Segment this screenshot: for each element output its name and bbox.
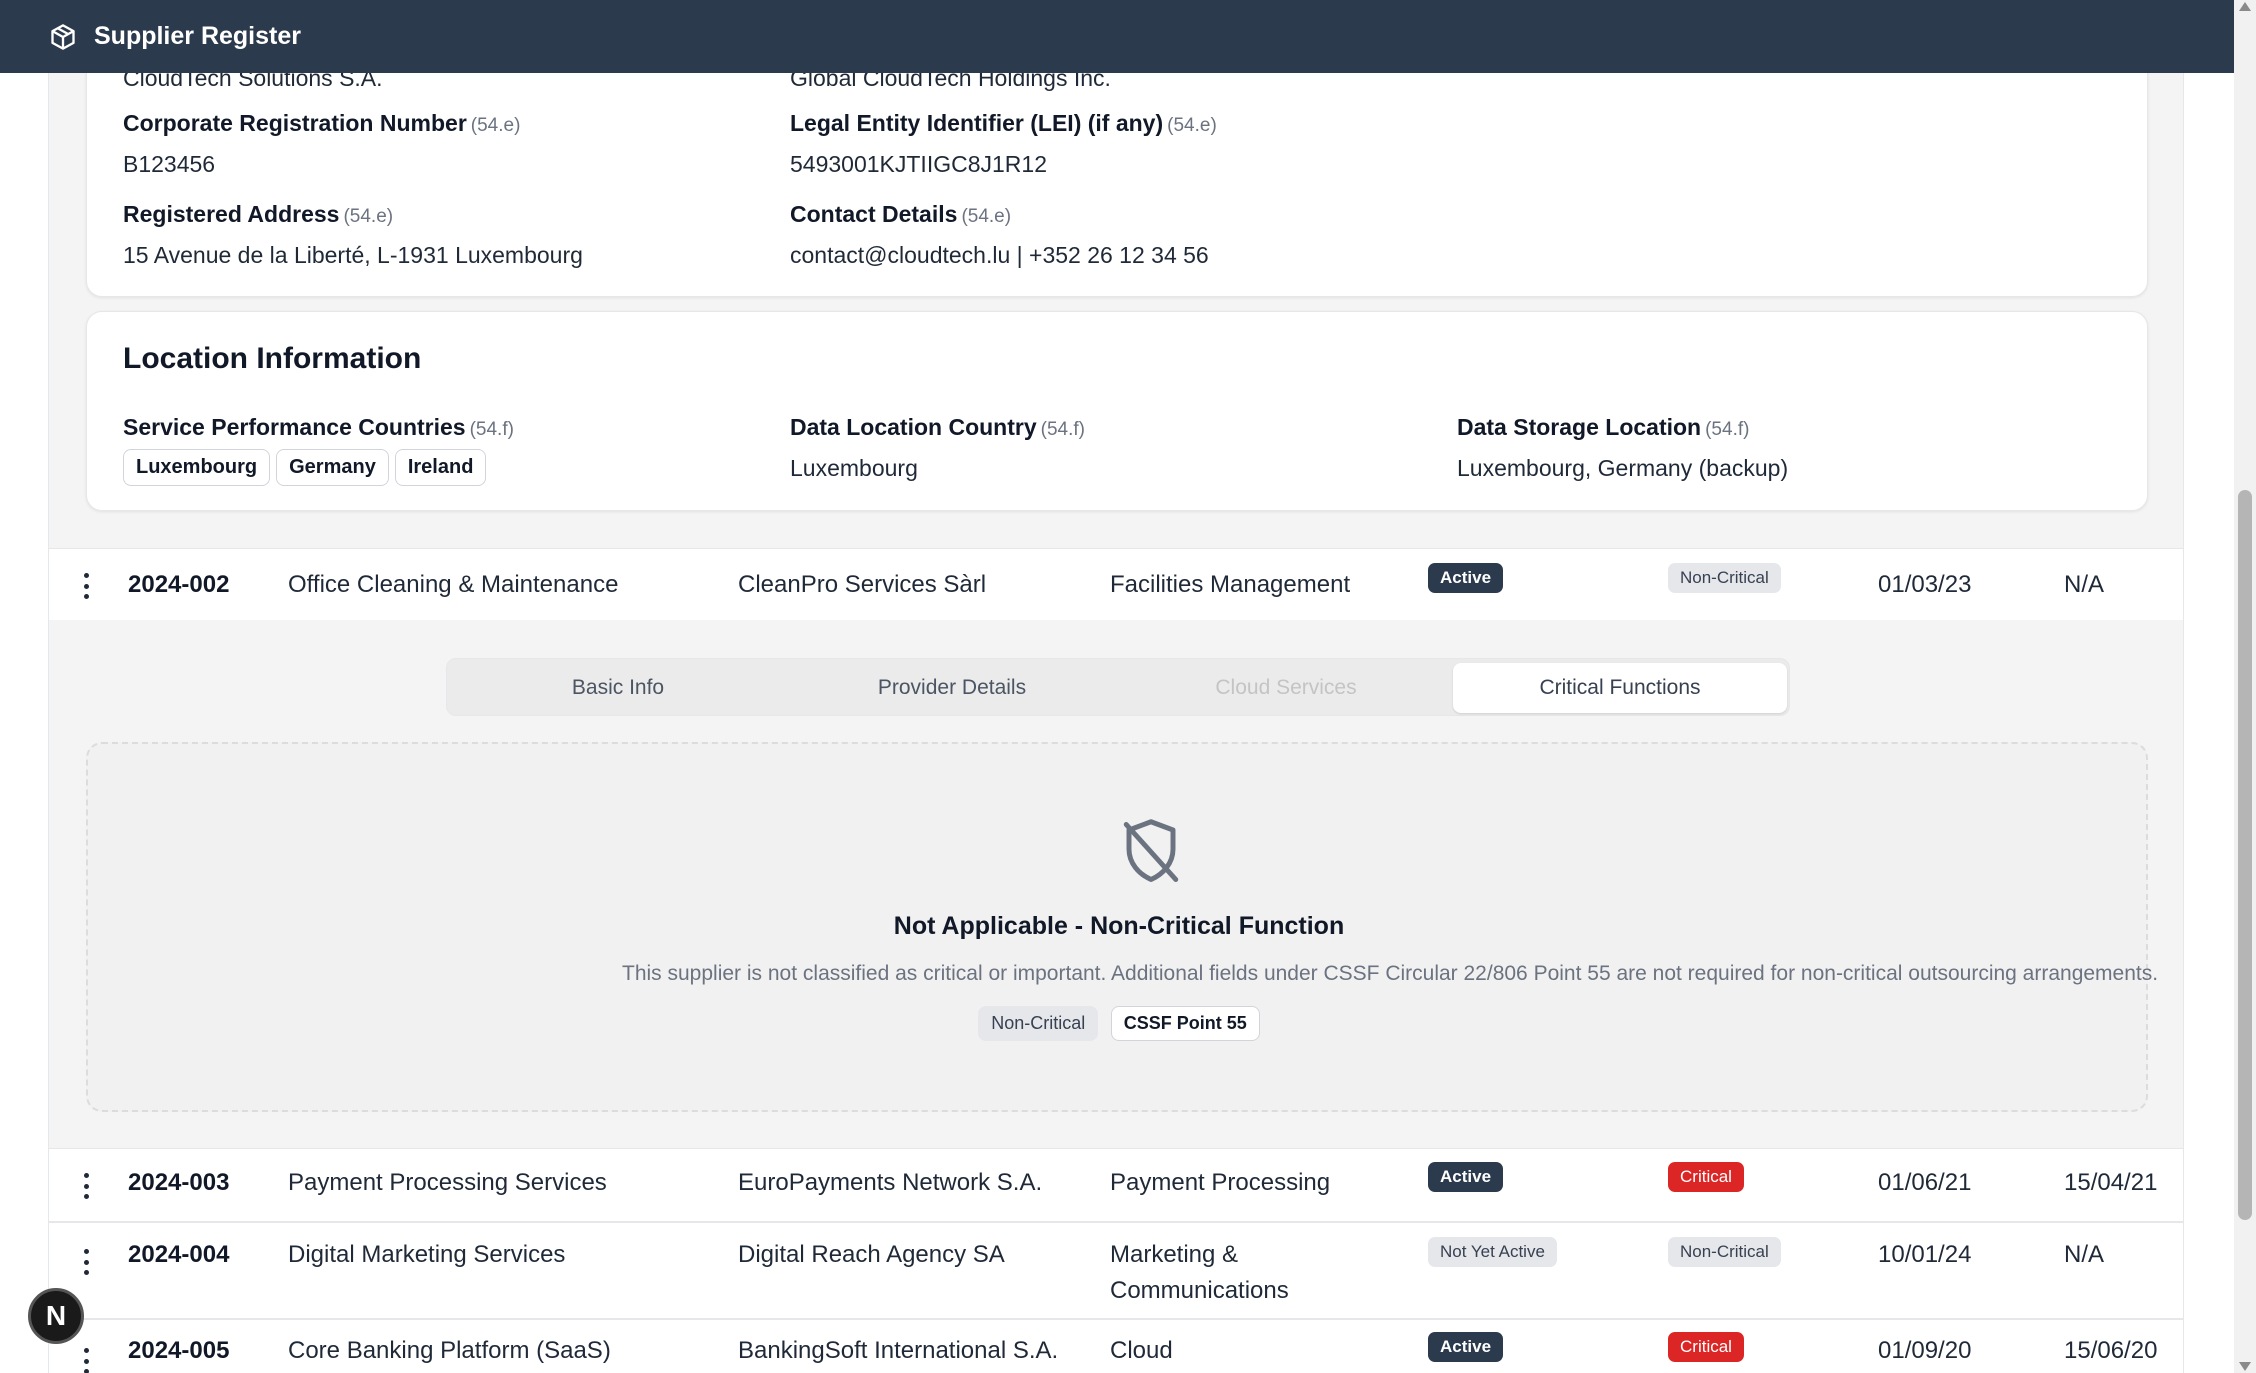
row-service: Office Cleaning & Maintenance xyxy=(288,571,619,598)
row-provider: CleanPro Services Sàrl xyxy=(738,571,987,598)
data-storage-field: Data Storage Location (54.f) Luxembourg, … xyxy=(1457,414,1788,482)
row-menu-icon[interactable] xyxy=(83,1173,89,1199)
corp-reg-label: Corporate Registration Number (54.e) xyxy=(123,110,521,136)
corp-reg-value: B123456 xyxy=(123,151,216,177)
scroll-up-icon[interactable] xyxy=(2239,2,2251,11)
row-category: Communications xyxy=(1110,1277,1289,1304)
row-id: 2024-005 xyxy=(128,1337,230,1364)
regulation-ref: (54.e) xyxy=(343,206,394,227)
service-countries-field: Service Performance Countries (54.f) Luxe… xyxy=(123,414,514,486)
row-id: 2024-004 xyxy=(128,1241,230,1268)
not-applicable-title: Not Applicable - Non-Critical Function xyxy=(893,912,1345,940)
contact-field: Contact Details (54.e) contact@cloudtech.… xyxy=(790,201,1209,269)
app-header: Supplier Register xyxy=(0,0,2234,73)
not-applicable-tags: Non-Critical CSSF Point 55 xyxy=(88,1006,2150,1041)
row-menu-icon[interactable] xyxy=(83,573,89,599)
row-id: 2024-002 xyxy=(128,571,230,598)
service-countries-label: Service Performance Countries (54.f) xyxy=(123,414,514,440)
row-start-date: 10/01/24 xyxy=(1878,1241,1972,1268)
country-chip: Ireland xyxy=(394,449,487,486)
row-assessment-date: 15/06/20 xyxy=(2064,1337,2158,1364)
non-critical-tag: Non-Critical xyxy=(978,1006,1099,1041)
row-service: Payment Processing Services xyxy=(288,1169,607,1196)
country-chips: Luxembourg Germany Ireland xyxy=(123,449,514,486)
status-badge: Active xyxy=(1428,1332,1504,1362)
corp-reg-field: Corporate Registration Number (54.e) B123… xyxy=(123,110,520,178)
table-row[interactable]: 2024-004 Digital Marketing Services Digi… xyxy=(49,1222,2183,1319)
regulation-ref: (54.f) xyxy=(1705,419,1750,440)
criticality-badge: Critical xyxy=(1668,1162,1744,1192)
country-chip: Germany xyxy=(276,449,389,486)
data-location-field: Data Location Country (54.f) Luxembourg xyxy=(790,414,1085,482)
not-applicable-panel: Not Applicable - Non-Critical Function T… xyxy=(86,742,2159,1112)
table-row[interactable]: 2024-002 Office Cleaning & Maintenance C… xyxy=(49,548,2183,621)
regulation-ref: (54.e) xyxy=(470,115,521,136)
lei-value: 5493001KJTIIGC8J1R12 xyxy=(790,151,1047,177)
lei-label: Legal Entity Identifier (LEI) (if any) (5… xyxy=(790,110,1217,136)
shield-off-icon xyxy=(1118,816,1184,888)
row-service: Core Banking Platform (SaaS) xyxy=(288,1337,611,1364)
contact-value: contact@cloudtech.lu | +352 26 12 34 56 xyxy=(790,242,1209,268)
address-value: 15 Avenue de la Liberté, L-1931 Luxembou… xyxy=(123,242,583,268)
supplier-register-page: CloudTech Solutions S.A. Global CloudTec… xyxy=(48,0,2184,1373)
row-id: 2024-003 xyxy=(128,1169,230,1196)
regulation-ref: (54.f) xyxy=(1040,419,1085,440)
nextjs-dev-button[interactable]: N xyxy=(28,1288,84,1344)
contact-label: Contact Details (54.e) xyxy=(790,201,1012,227)
tab-basic-info[interactable]: Basic Info xyxy=(451,663,785,713)
regulation-ref: (54.f) xyxy=(469,419,514,440)
criticality-badge: Non-Critical xyxy=(1668,563,1781,593)
data-storage-label: Data Storage Location (54.f) xyxy=(1457,414,1750,440)
lei-field: Legal Entity Identifier (LEI) (if any) (5… xyxy=(790,110,1217,178)
row-provider: BankingSoft International S.A. xyxy=(738,1337,1059,1364)
data-storage-value: Luxembourg, Germany (backup) xyxy=(1457,455,1789,481)
location-info-card: Location Information Service Performance… xyxy=(86,311,2148,511)
criticality-badge: Non-Critical xyxy=(1668,1237,1781,1267)
data-location-value: Luxembourg xyxy=(790,455,918,481)
row-service: Digital Marketing Services xyxy=(288,1241,566,1268)
row-category: Marketing & xyxy=(1110,1241,1239,1268)
status-badge: Active xyxy=(1428,563,1504,593)
not-applicable-description: This supplier is not classified as criti… xyxy=(622,962,2159,985)
row-assessment-date: N/A xyxy=(2064,1241,2105,1268)
row-menu-icon[interactable] xyxy=(83,1348,89,1373)
row-expanded-details: Basic Info Provider Details Cloud Servic… xyxy=(49,620,2183,1148)
address-field: Registered Address (54.e) 15 Avenue de la… xyxy=(123,201,583,269)
row-category: Facilities Management xyxy=(1110,571,1351,598)
criticality-badge: Critical xyxy=(1668,1332,1744,1362)
status-badge: Not Yet Active xyxy=(1428,1237,1557,1267)
row-assessment-date: 15/04/21 xyxy=(2064,1169,2158,1196)
row-start-date: 01/06/21 xyxy=(1878,1169,1972,1196)
location-card-title: Location Information xyxy=(123,342,422,375)
scrollbar-thumb[interactable] xyxy=(2238,490,2252,1220)
scroll-down-icon[interactable] xyxy=(2239,1362,2251,1371)
detail-tabs: Basic Info Provider Details Cloud Servic… xyxy=(446,658,1790,716)
tab-critical-functions[interactable]: Critical Functions xyxy=(1453,663,1787,713)
status-badge: Active xyxy=(1428,1162,1504,1192)
package-icon xyxy=(48,22,78,52)
regulation-ref: (54.e) xyxy=(961,206,1012,227)
row-start-date: 01/09/20 xyxy=(1878,1337,1972,1364)
row-menu-icon[interactable] xyxy=(83,1249,89,1275)
data-location-label: Data Location Country (54.f) xyxy=(790,414,1085,440)
row-provider: EuroPayments Network S.A. xyxy=(738,1169,1043,1196)
row-start-date: 01/03/23 xyxy=(1878,571,1972,598)
vertical-scrollbar[interactable] xyxy=(2234,0,2256,1373)
tab-provider-details[interactable]: Provider Details xyxy=(785,663,1119,713)
tab-cloud-services: Cloud Services xyxy=(1215,676,1357,699)
row-category: Payment Processing xyxy=(1110,1169,1331,1196)
address-label: Registered Address (54.e) xyxy=(123,201,394,227)
app-title: Supplier Register xyxy=(94,22,301,50)
regulation-ref: (54.e) xyxy=(1167,115,1217,136)
row-assessment-date: N/A xyxy=(2064,571,2105,598)
country-chip: Luxembourg xyxy=(123,449,271,486)
row-provider: Digital Reach Agency SA xyxy=(738,1241,1005,1268)
table-row[interactable]: 2024-003 Payment Processing Services Eur… xyxy=(49,1148,2183,1222)
cssf-point-tag: CSSF Point 55 xyxy=(1110,1006,1260,1041)
table-row[interactable]: 2024-005 Core Banking Platform (SaaS) Ba… xyxy=(49,1319,2183,1373)
row-category: Cloud xyxy=(1110,1337,1173,1364)
